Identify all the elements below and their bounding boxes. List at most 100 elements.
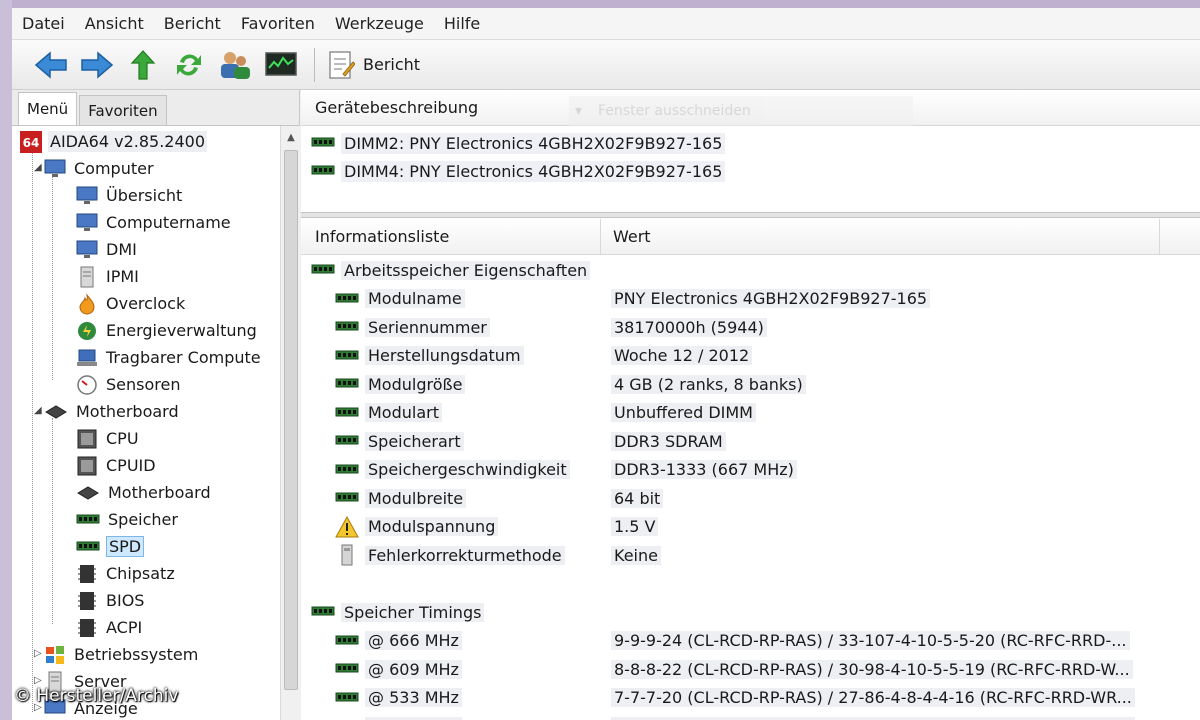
tree-item-tragbarer-computer[interactable]: Tragbarer Compute (76, 344, 263, 371)
column-header-informationsliste[interactable]: Informationsliste (301, 219, 601, 255)
tree-item-computername[interactable]: Computername (76, 209, 233, 236)
info-row[interactable]: @ 609 MHz (335, 655, 462, 683)
tree-label: BIOS (106, 591, 145, 610)
property-value-cell: 64 bit (611, 484, 664, 512)
menu-werkzeuge[interactable]: Werkzeuge (325, 14, 434, 33)
group-arbeitsspeicher-eigenschaften[interactable]: Arbeitsspeicher Eigenschaften (311, 256, 591, 284)
tree-item-computer[interactable]: Computer (44, 155, 156, 182)
navigation-panel: Menü Favoriten 64 AIDA64 v2.85.2400 ◢ Co… (12, 90, 300, 720)
ram-icon (311, 264, 335, 274)
device-item-dimm4[interactable]: DIMM4: PNY Electronics 4GBH2X02F9B927-16… (311, 158, 726, 184)
collapse-icon[interactable]: ◢ (34, 405, 42, 416)
tree-item-bios[interactable]: BIOS (76, 587, 146, 614)
column-header-wert[interactable]: Wert (601, 219, 1160, 255)
property-value-cell: Unbuffered DIMM (611, 399, 756, 427)
collapse-icon[interactable]: ◢ (34, 162, 42, 173)
group-label: Arbeitsspeicher Eigenschaften (341, 260, 591, 280)
property-value-cell: 7-7-7-20 (CL-RCD-RP-RAS) / 27-86-4-8-4-4… (611, 684, 1135, 712)
device-header-label: Gerätebeschreibung (315, 98, 479, 117)
tree-item-dmi[interactable]: DMI (76, 236, 139, 263)
menu-bericht[interactable]: Bericht (154, 14, 231, 33)
tab-menu[interactable]: Menü (18, 92, 78, 125)
info-row[interactable]: Speicherart (335, 427, 464, 455)
property-name: Modulbreite (365, 488, 467, 508)
tree-item-energieverwaltung[interactable]: Energieverwaltung (76, 317, 259, 344)
tree-label: Motherboard (76, 402, 179, 421)
scroll-up-icon[interactable]: ▲ (281, 128, 301, 146)
refresh-icon (177, 54, 201, 75)
menu-favoriten[interactable]: Favoriten (231, 14, 325, 33)
info-row[interactable]: @ 533 MHz (335, 684, 462, 712)
property-value: 7-7-7-20 (CL-RCD-RP-RAS) / 27-86-4-8-4-4… (611, 688, 1135, 707)
info-row[interactable]: @ 457 MHz (335, 712, 462, 720)
property-value-cell: DDR3-1333 (667 MHz) (611, 456, 797, 484)
forward-button[interactable] (78, 46, 116, 84)
nav-tabs: Menü Favoriten (12, 90, 299, 126)
tree-item-spd[interactable]: SPD (76, 533, 145, 560)
info-row[interactable]: Fehlerkorrekturmethode (335, 541, 565, 569)
motherboard-icon (77, 485, 99, 500)
tree-item-sensoren[interactable]: Sensoren (76, 371, 182, 398)
windows-icon (46, 645, 64, 664)
ram-icon (335, 692, 359, 701)
expand-icon[interactable]: ▷ (34, 648, 42, 659)
battery-icon (341, 544, 353, 566)
tab-favoriten[interactable]: Favoriten (79, 95, 167, 125)
tree-item-cpuid[interactable]: CPUID (76, 452, 158, 479)
tree-item-betriebssystem[interactable]: Betriebssystem (44, 641, 200, 668)
monitor-button[interactable] (262, 46, 300, 84)
chip-icon (78, 564, 96, 583)
users-button[interactable] (216, 46, 254, 84)
group-speicher-timings[interactable]: Speicher Timings (311, 598, 485, 626)
tree-label: Tragbarer Compute (106, 348, 261, 367)
tree-item-cpu[interactable]: CPU (76, 425, 141, 452)
tree-item-motherboard-group[interactable]: Motherboard (44, 398, 181, 425)
menu-ansicht[interactable]: Ansicht (75, 14, 154, 33)
tree-item-motherboard[interactable]: Motherboard (76, 479, 213, 506)
warning-icon (335, 515, 359, 537)
property-value: DDR3-1333 (667 MHz) (611, 460, 797, 479)
property-name: Modulspannung (365, 517, 499, 536)
property-name: @ 457 MHz (365, 716, 462, 720)
tree-scrollbar[interactable]: ▲ (280, 126, 300, 720)
tree-label: IPMI (106, 267, 139, 286)
device-label: DIMM2: PNY Electronics 4GBH2X02F9B927-16… (341, 132, 726, 154)
property-value: 6-6-6-17 (CL-RCD-RP-RAS) / 23-74-3-7-4-4… (611, 716, 1135, 720)
scroll-thumb[interactable] (284, 150, 298, 690)
tree-item-speicher[interactable]: Speicher (76, 506, 180, 533)
property-value-cell: Keine (611, 541, 661, 569)
menu-hilfe[interactable]: Hilfe (434, 14, 490, 33)
info-row[interactable]: Herstellungsdatum (335, 342, 524, 370)
tree-item-uebersicht[interactable]: Übersicht (76, 182, 184, 209)
tree-item-ipmi[interactable]: IPMI (76, 263, 141, 290)
refresh-button[interactable] (170, 46, 208, 84)
property-value-cell: 9-9-9-24 (CL-RCD-RP-RAS) / 33-107-4-10-5… (611, 627, 1130, 655)
tree-item-root[interactable]: 64 AIDA64 v2.85.2400 (20, 128, 207, 155)
info-row[interactable]: Modulspannung (335, 513, 499, 541)
info-row[interactable]: Modulbreite (335, 484, 467, 512)
tree-item-overclock[interactable]: Overclock (76, 290, 187, 317)
info-row[interactable]: Modulgröße (335, 370, 466, 398)
back-button[interactable] (32, 46, 70, 84)
info-row[interactable]: @ 666 MHz (335, 627, 462, 655)
up-button[interactable] (124, 46, 162, 84)
property-value: Unbuffered DIMM (611, 403, 756, 422)
device-label: DIMM4: PNY Electronics 4GBH2X02F9B927-16… (341, 160, 726, 182)
toolbar-separator (314, 47, 315, 82)
tree-item-acpi[interactable]: ACPI (76, 614, 144, 641)
menu-datei[interactable]: Datei (12, 14, 75, 33)
tree-item-chipsatz[interactable]: Chipsatz (76, 560, 177, 587)
report-button[interactable]: Bericht (327, 50, 420, 80)
property-value: 9-9-9-24 (CL-RCD-RP-RAS) / 33-107-4-10-5… (611, 631, 1130, 650)
property-value: 8-8-8-22 (CL-RCD-RP-RAS) / 30-98-4-10-5-… (611, 659, 1133, 679)
property-value: DDR3 SDRAM (611, 431, 726, 451)
panel-splitter[interactable] (301, 212, 1200, 218)
device-item-dimm2[interactable]: DIMM2: PNY Electronics 4GBH2X02F9B927-16… (311, 130, 726, 156)
info-row[interactable]: Modulname (335, 285, 465, 313)
tree-label: Computername (106, 213, 231, 232)
up-icon (130, 49, 156, 80)
info-row[interactable]: Modulart (335, 399, 442, 427)
info-row[interactable]: Speichergeschwindigkeit (335, 456, 570, 484)
expand-icon[interactable]: ▷ (34, 675, 42, 686)
info-row[interactable]: Seriennummer (335, 313, 490, 341)
